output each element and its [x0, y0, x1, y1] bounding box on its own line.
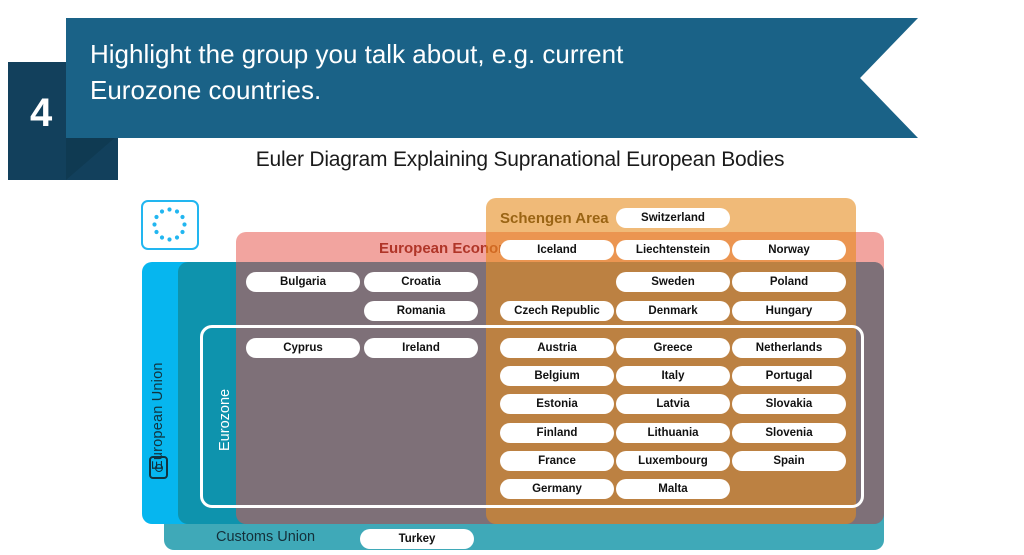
- country-pill-greece[interactable]: Greece: [616, 338, 730, 358]
- region-label-customs-union: Customs Union: [216, 529, 316, 545]
- country-pill-estonia[interactable]: Estonia: [500, 394, 614, 414]
- country-pill-iceland[interactable]: Iceland: [500, 240, 614, 260]
- euler-diagram: Customs Union European Economic Area Sch…: [0, 0, 1024, 555]
- country-pill-czech-republic[interactable]: Czech Republic: [500, 301, 614, 321]
- eu-flag-icon: [141, 200, 199, 250]
- country-pill-spain[interactable]: Spain: [732, 451, 846, 471]
- country-pill-romania[interactable]: Romania: [364, 301, 478, 321]
- country-pill-netherlands[interactable]: Netherlands: [732, 338, 846, 358]
- country-pill-lithuania[interactable]: Lithuania: [616, 423, 730, 443]
- eu-stars-icon: [152, 207, 187, 242]
- country-pill-norway[interactable]: Norway: [732, 240, 846, 260]
- country-pill-turkey[interactable]: Turkey: [360, 529, 474, 549]
- country-pill-germany[interactable]: Germany: [500, 479, 614, 499]
- eu-emblem-mini-icon: [149, 456, 168, 479]
- country-pill-slovenia[interactable]: Slovenia: [732, 423, 846, 443]
- country-pill-malta[interactable]: Malta: [616, 479, 730, 499]
- country-pill-latvia[interactable]: Latvia: [616, 394, 730, 414]
- country-pill-hungary[interactable]: Hungary: [732, 301, 846, 321]
- region-label-eurozone: Eurozone: [217, 388, 233, 452]
- region-label-european-union: European Union: [150, 362, 166, 470]
- country-pill-finland[interactable]: Finland: [500, 423, 614, 443]
- country-pill-ireland[interactable]: Ireland: [364, 338, 478, 358]
- country-pill-bulgaria[interactable]: Bulgaria: [246, 272, 360, 292]
- region-label-schengen-area: Schengen Area: [500, 210, 609, 227]
- country-pill-denmark[interactable]: Denmark: [616, 301, 730, 321]
- country-pill-switzerland[interactable]: Switzerland: [616, 208, 730, 228]
- country-pill-luxembourg[interactable]: Luxembourg: [616, 451, 730, 471]
- country-pill-cyprus[interactable]: Cyprus: [246, 338, 360, 358]
- country-pill-liechtenstein[interactable]: Liechtenstein: [616, 240, 730, 260]
- country-pill-italy[interactable]: Italy: [616, 366, 730, 386]
- country-pill-poland[interactable]: Poland: [732, 272, 846, 292]
- country-pill-slovakia[interactable]: Slovakia: [732, 394, 846, 414]
- country-pill-austria[interactable]: Austria: [500, 338, 614, 358]
- country-pill-belgium[interactable]: Belgium: [500, 366, 614, 386]
- country-pill-sweden[interactable]: Sweden: [616, 272, 730, 292]
- country-pill-croatia[interactable]: Croatia: [364, 272, 478, 292]
- country-pill-portugal[interactable]: Portugal: [732, 366, 846, 386]
- country-pill-france[interactable]: France: [500, 451, 614, 471]
